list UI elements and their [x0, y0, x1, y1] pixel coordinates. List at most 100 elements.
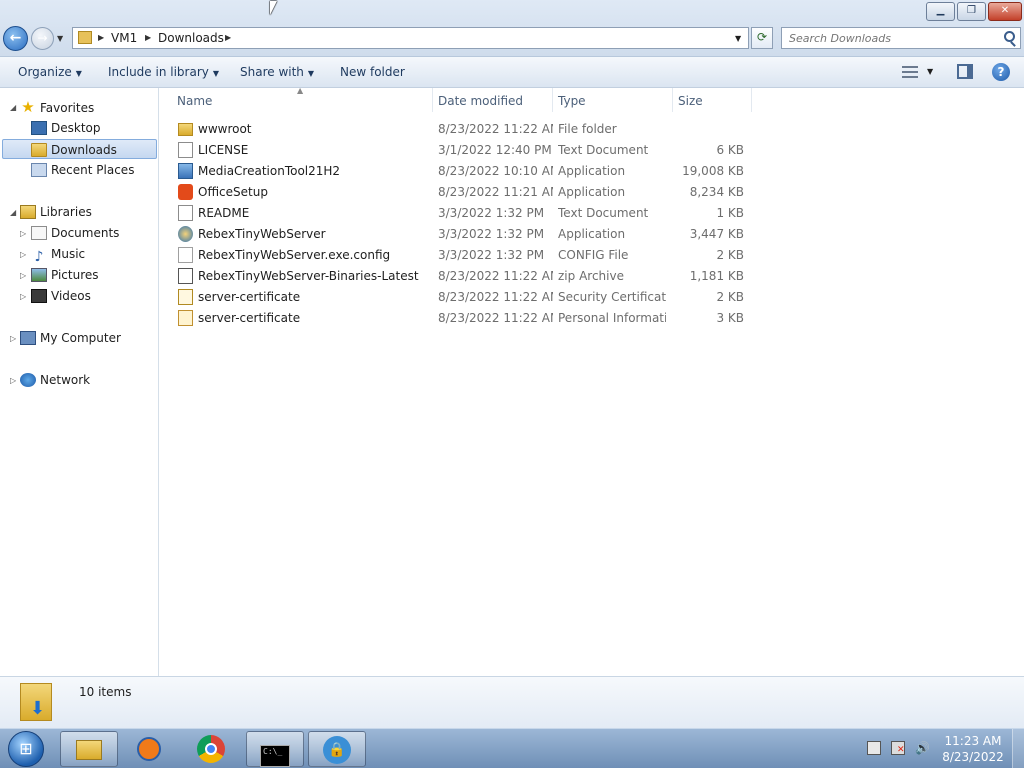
- column-divider[interactable]: [552, 88, 553, 112]
- media-player-icon: [137, 737, 161, 761]
- file-date: 8/23/2022 11:22 AM: [438, 122, 553, 136]
- nav-network[interactable]: Network: [20, 370, 90, 390]
- file-row[interactable]: RebexTinyWebServer 3/3/2022 1:32 PM Appl…: [176, 224, 756, 245]
- forward-button[interactable]: →: [31, 27, 54, 50]
- collapse-arrow-icon[interactable]: ▷: [20, 229, 26, 238]
- address-dropdown-icon[interactable]: ▼: [735, 34, 741, 43]
- text-document-icon: [178, 205, 193, 221]
- taskbar-explorer-button[interactable]: [60, 731, 118, 767]
- expand-arrow-icon[interactable]: ◢: [10, 208, 16, 217]
- column-header-date-modified[interactable]: Date modified: [438, 94, 523, 108]
- recent-pages-dropdown[interactable]: ▼: [57, 34, 63, 43]
- address-bar[interactable]: ▶ VM1 ▶ Downloads ▶ ▼: [72, 27, 749, 49]
- column-header-name[interactable]: Name: [177, 94, 212, 108]
- nav-music[interactable]: ♪ Music: [31, 244, 86, 265]
- show-desktop-button[interactable]: [1012, 729, 1024, 768]
- file-type: Application: [558, 227, 626, 241]
- nav-desktop[interactable]: Desktop: [31, 118, 101, 138]
- file-type: Personal Informati...: [558, 311, 666, 325]
- minimize-button[interactable]: ▁: [926, 2, 955, 21]
- breadcrumb-vm1[interactable]: VM1: [111, 31, 137, 45]
- help-icon[interactable]: ?: [992, 63, 1010, 81]
- nav-recent-places[interactable]: Recent Places: [31, 160, 134, 180]
- nav-downloads[interactable]: Downloads: [2, 139, 157, 159]
- nav-libraries[interactable]: Libraries: [20, 202, 92, 222]
- system-clock[interactable]: 11:23 AM 8/23/2022: [940, 733, 1006, 765]
- organize-label: Organize: [18, 65, 72, 79]
- action-center-icon[interactable]: [867, 741, 881, 755]
- network-disconnected-icon[interactable]: [891, 741, 905, 755]
- sort-ascending-icon: ▲: [297, 86, 304, 95]
- windows-logo-icon: ⊞: [19, 739, 33, 758]
- file-name: OfficeSetup: [198, 185, 268, 199]
- volume-icon[interactable]: 🔊: [915, 741, 930, 755]
- file-name: MediaCreationTool21H2: [198, 164, 341, 178]
- file-row[interactable]: RebexTinyWebServer.exe.config 3/3/2022 1…: [176, 245, 756, 266]
- file-row[interactable]: MediaCreationTool21H2 8/23/2022 10:10 AM…: [176, 161, 756, 182]
- collapse-arrow-icon[interactable]: ▷: [10, 334, 16, 343]
- collapse-arrow-icon[interactable]: ▷: [20, 250, 26, 259]
- maximize-button[interactable]: ❐: [957, 2, 986, 21]
- close-button[interactable]: ✕: [988, 2, 1022, 21]
- file-row[interactable]: server-certificate 8/23/2022 11:22 AM Se…: [176, 287, 756, 308]
- file-row[interactable]: RebexTinyWebServer-Binaries-Latest 8/23/…: [176, 266, 756, 287]
- nav-videos[interactable]: Videos: [31, 286, 91, 306]
- start-button[interactable]: ⊞: [8, 731, 44, 767]
- breadcrumb-arrow-icon[interactable]: ▶: [225, 33, 231, 42]
- column-header-type[interactable]: Type: [558, 94, 586, 108]
- command-bar: Organize ▼ Include in library ▼ Share with…: [0, 57, 1024, 88]
- view-options-chevron-icon[interactable]: ▼: [927, 67, 933, 76]
- share-with-button[interactable]: Share with ▼: [240, 65, 314, 79]
- recent-places-icon: [31, 163, 47, 177]
- column-divider[interactable]: [751, 88, 752, 112]
- file-size: 3 KB: [716, 311, 744, 325]
- nav-my-computer[interactable]: My Computer: [20, 328, 121, 348]
- file-row[interactable]: README 3/3/2022 1:32 PM Text Document 1 …: [176, 203, 756, 224]
- search-box[interactable]: [781, 27, 1021, 49]
- organize-button[interactable]: Organize ▼: [18, 65, 82, 79]
- search-icon[interactable]: [1004, 31, 1015, 42]
- column-header-size[interactable]: Size: [678, 94, 703, 108]
- taskbar-chrome-button[interactable]: [182, 731, 240, 767]
- nav-documents-label: Documents: [51, 226, 120, 240]
- libraries-icon: [20, 205, 36, 219]
- collapse-arrow-icon[interactable]: ▷: [20, 292, 26, 301]
- refresh-button[interactable]: ⟳: [751, 27, 773, 49]
- column-divider[interactable]: [432, 88, 433, 112]
- change-view-icon[interactable]: [902, 66, 918, 78]
- forward-arrow-icon: →: [37, 31, 48, 45]
- refresh-icon: ⟳: [756, 30, 768, 44]
- file-row[interactable]: server-certificate 8/23/2022 11:22 AM Pe…: [176, 308, 756, 329]
- back-button[interactable]: ←: [3, 26, 28, 51]
- taskbar-command-prompt-button[interactable]: C:\_: [246, 731, 304, 767]
- file-type: File folder: [558, 122, 617, 136]
- clock-time: 11:23 AM: [944, 734, 1002, 748]
- taskbar-lock-app-button[interactable]: 🔒: [308, 731, 366, 767]
- chevron-down-icon: ▼: [75, 69, 82, 78]
- star-icon: ★: [21, 98, 35, 116]
- file-size: 2 KB: [716, 290, 744, 304]
- breadcrumb-downloads[interactable]: Downloads: [158, 31, 224, 45]
- breadcrumb-arrow-icon[interactable]: ▶: [145, 33, 151, 42]
- file-row[interactable]: OfficeSetup 8/23/2022 11:21 AM Applicati…: [176, 182, 756, 203]
- include-in-library-button[interactable]: Include in library ▼: [108, 65, 219, 79]
- column-divider[interactable]: [672, 88, 673, 112]
- breadcrumb-arrow-icon[interactable]: ▶: [98, 33, 104, 42]
- music-icon: ♪: [34, 249, 44, 265]
- preview-pane-icon[interactable]: [957, 64, 973, 79]
- certificate-icon: [178, 289, 193, 305]
- file-type: Text Document: [558, 206, 649, 220]
- share-with-label: Share with: [240, 65, 304, 79]
- new-folder-button[interactable]: New folder: [340, 65, 405, 79]
- file-row[interactable]: wwwroot 8/23/2022 11:22 AM File folder: [176, 119, 756, 140]
- file-row[interactable]: LICENSE 3/1/2022 12:40 PM Text Document …: [176, 140, 756, 161]
- expand-arrow-icon[interactable]: ◢: [10, 103, 16, 112]
- collapse-arrow-icon[interactable]: ▷: [10, 376, 16, 385]
- nav-pictures[interactable]: Pictures: [31, 265, 99, 285]
- taskbar-media-player-button[interactable]: [120, 731, 178, 767]
- nav-documents[interactable]: Documents: [31, 223, 119, 243]
- nav-favorites[interactable]: ★ Favorites: [20, 97, 94, 117]
- file-name: README: [198, 206, 250, 220]
- collapse-arrow-icon[interactable]: ▷: [20, 271, 26, 280]
- search-input[interactable]: [789, 29, 999, 47]
